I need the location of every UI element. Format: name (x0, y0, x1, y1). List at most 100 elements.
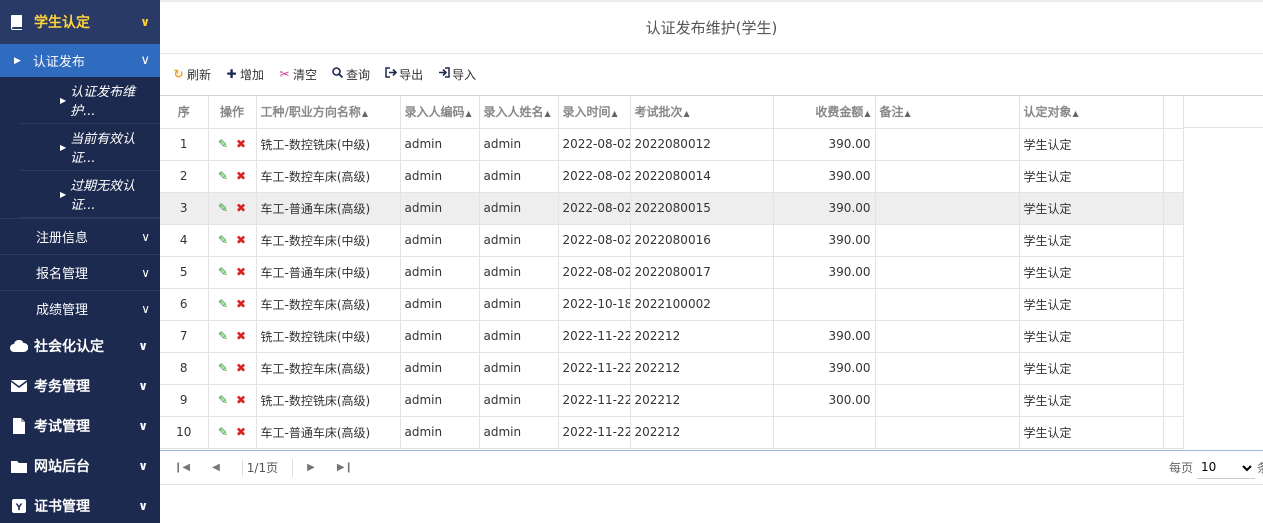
cell-batch: 2022080016 (630, 224, 774, 257)
delete-icon[interactable]: ✖ (236, 393, 246, 407)
cell-batch: 2022080014 (630, 160, 774, 193)
sidebar-leaf-label: 当前有效认证... (70, 132, 136, 166)
table-row[interactable]: 1✎✖铣工-数控铣床(中级)adminadmin2022-08-02 02022… (160, 128, 1184, 161)
sidebar-leaf-current-valid[interactable]: ▶ 当前有效认证... (20, 124, 160, 171)
sidebar-sub-enrollment[interactable]: 报名管理 ∨ (0, 254, 160, 290)
col-header-batch[interactable]: 考试批次▲ (630, 96, 774, 129)
chevron-down-icon: ∨ (140, 15, 150, 29)
export-button[interactable]: 导出 (384, 66, 423, 83)
pagination: ❙◀ ◀ 1/1页 ▶ ▶❙ 每页 10 条 (160, 451, 1263, 485)
sidebar-group-exam-affairs[interactable]: 考务管理 ∨ (0, 366, 160, 406)
prev-page-icon[interactable]: ◀ (212, 462, 220, 473)
cell-remark (875, 224, 1020, 257)
sidebar-leaf-expired[interactable]: ▶ 过期无效认证... (20, 171, 160, 218)
cell-entry-name: admin (479, 320, 559, 353)
col-header-label: 考试批次 (634, 105, 683, 120)
import-label: 导入 (452, 67, 477, 82)
sidebar-group-student-cert[interactable]: 学生认定 ∨ (0, 0, 160, 44)
sidebar-sub-label: 认证发布 (32, 55, 85, 70)
edit-icon[interactable]: ✎ (218, 297, 228, 311)
col-header-fee[interactable]: 收费金额▲ (773, 96, 876, 129)
chevron-down-icon: ∨ (138, 499, 148, 513)
per-page-label: 每页 (1168, 461, 1193, 475)
edit-icon[interactable]: ✎ (218, 137, 228, 151)
table-row[interactable]: 6 ✎ ✖ 车工-数控车床(高级) admin admin 2022-10-18 202210… (160, 288, 1184, 321)
table-row[interactable]: 2✎✖车工-数控车床(高级)adminadmin2022-08-02 02022… (160, 160, 1184, 193)
edit-icon[interactable]: ✎ (218, 329, 228, 343)
delete-icon[interactable]: ✖ (236, 297, 246, 311)
edit-icon[interactable]: ✎ (218, 201, 228, 215)
col-header-entry-name[interactable]: 录入人姓名▲ (479, 96, 559, 129)
clear-button[interactable]: ✂ 清空 (278, 66, 318, 83)
col-header-label: 录入时间 (562, 105, 611, 120)
col-header-remark[interactable]: 备注▲ (875, 96, 1020, 129)
import-button[interactable]: 导入 (437, 66, 476, 83)
per-page-select[interactable]: 10 (1196, 456, 1255, 479)
delete-icon[interactable]: ✖ (236, 169, 246, 183)
cell-job-name: 车工-数控车床(中级) (256, 224, 401, 257)
cell-actions: ✎ ✖ (208, 416, 257, 449)
col-header-entry-code[interactable]: 录入人编码▲ (400, 96, 480, 129)
delete-icon[interactable]: ✖ (236, 361, 246, 375)
cell-entry-name: admin (479, 288, 559, 321)
table-row[interactable]: 9✎✖铣工-数控铣床(高级)adminadmin2022-11-22 12022… (160, 384, 1184, 417)
refresh-button[interactable]: ↻ 刷新 (172, 66, 211, 83)
table-row[interactable]: 8✎✖车工-数控车床(高级)adminadmin2022-11-22 12022… (160, 352, 1184, 385)
sort-icon: ▲ (864, 109, 871, 119)
table-row[interactable]: 10✎✖车工-普通车床(高级)adminadmin2022-11-22 1202… (160, 416, 1184, 449)
table-row[interactable]: 3✎✖车工-普通车床(高级)adminadmin2022-08-02 02022… (160, 192, 1184, 225)
edit-icon[interactable]: ✎ (218, 361, 228, 375)
delete-icon[interactable]: ✖ (236, 329, 246, 343)
chevron-down-icon: ∨ (140, 53, 150, 68)
cell-job-name: 车工-普通车床(高级) (256, 416, 401, 449)
sidebar-sub-cert-publish[interactable]: ▶ 认证发布 ∨ (0, 44, 160, 77)
sidebar-group-certificate[interactable]: Y 证书管理 ∨ (0, 486, 160, 523)
envelope-icon (10, 378, 28, 394)
cell-target: 学生认定 (1019, 192, 1164, 225)
cell-batch: 202212 (630, 320, 774, 353)
col-header-label: 录入人姓名 (483, 105, 544, 120)
last-page-icon[interactable]: ▶❙ (337, 462, 353, 473)
sidebar-leaf-publish-maintain[interactable]: ▶ 认证发布维护... (20, 77, 160, 124)
first-page-icon[interactable]: ❙◀ (174, 462, 190, 473)
cell-target: 学生认定 (1019, 288, 1164, 321)
cell-fee: 390.00 (773, 352, 876, 385)
caret-right-icon: ▶ (60, 95, 67, 105)
sort-icon: ▲ (465, 109, 472, 119)
cell-fee: 390.00 (773, 160, 876, 193)
col-header-target[interactable]: 认定对象▲ (1019, 96, 1164, 129)
delete-icon[interactable]: ✖ (236, 137, 246, 151)
sidebar-sub-scores[interactable]: 成绩管理 ∨ (0, 290, 160, 326)
edit-icon[interactable]: ✎ (218, 233, 228, 247)
delete-icon[interactable]: ✖ (236, 201, 246, 215)
cell-job-name: 铣工-数控铣床(高级) (256, 384, 401, 417)
next-page-icon[interactable]: ▶ (307, 462, 315, 473)
cell-batch: 2022080012 (630, 128, 774, 161)
cell-spacer (1163, 384, 1184, 417)
edit-icon[interactable]: ✎ (218, 265, 228, 279)
clear-label: 清空 (293, 67, 318, 82)
cell-actions: ✎ ✖ (208, 128, 257, 161)
edit-icon[interactable]: ✎ (218, 393, 228, 407)
add-button[interactable]: ✚ 增加 (225, 66, 264, 83)
table-row[interactable]: 5 ✎ ✖ 车工-普通车床(中级) admin admin 2022-08-02 202208… (160, 256, 1184, 289)
sidebar-group-exam-mgmt[interactable]: 考试管理 ∨ (0, 406, 160, 446)
delete-icon[interactable]: ✖ (236, 233, 246, 247)
col-header-entry-time[interactable]: 录入时间▲ (558, 96, 631, 129)
export-icon (384, 67, 397, 81)
query-button[interactable]: 查询 (331, 66, 370, 83)
edit-icon[interactable]: ✎ (218, 169, 228, 183)
sidebar-sub-registration[interactable]: 注册信息 ∨ (0, 218, 160, 254)
book-icon (10, 14, 26, 30)
table-row[interactable]: 7✎✖铣工-数控铣床(中级)adminadmin2022-11-22 12022… (160, 320, 1184, 353)
delete-icon[interactable]: ✖ (236, 265, 246, 279)
cell-fee: 390.00 (773, 192, 876, 225)
cell-entry-code: admin (400, 192, 480, 225)
sidebar-group-site-admin[interactable]: 网站后台 ∨ (0, 446, 160, 486)
cell-entry-time: 2022-11-22 1 (558, 384, 631, 417)
col-header-job-name[interactable]: 工种/职业方向名称▲︎ (256, 96, 401, 129)
delete-icon[interactable]: ✖ (236, 425, 246, 439)
sidebar-group-social[interactable]: 社会化认定 ∨ (0, 326, 160, 366)
table-row[interactable]: 4✎✖车工-数控车床(中级)adminadmin2022-08-02 02022… (160, 224, 1184, 257)
edit-icon[interactable]: ✎ (218, 425, 228, 439)
